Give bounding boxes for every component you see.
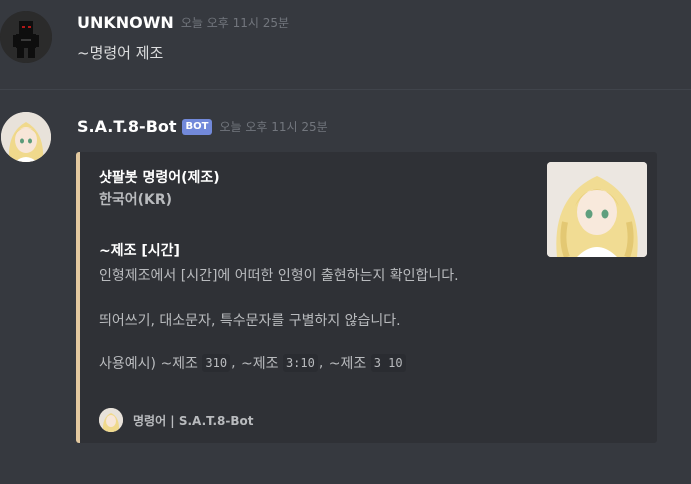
embed-footer: 명령어 | S.A.T.8-Bot — [99, 408, 254, 432]
message-unknown: UNKNOWN 오늘 오후 11시 25분 ~명령어 제조 — [0, 0, 691, 90]
embed-command-heading: ~제조 [시간] — [99, 243, 180, 259]
footer-text: 명령어 | S.A.T.8-Bot — [133, 413, 254, 428]
example-label: ~제조 — [240, 356, 279, 372]
chat-messages: UNKNOWN 오늘 오후 11시 25분 ~명령어 제조 S.A.T.8-Bo… — [0, 0, 691, 484]
embed: 샷팔봇 명령어(제조) 한국어(KR) ~제조 [시간] 인형제조에서 [시간]… — [76, 152, 657, 443]
message-header: S.A.T.8-Bot BOT 오늘 오후 11시 25분 — [77, 117, 328, 136]
message-divider — [0, 89, 691, 90]
embed-title: 샷팔봇 명령어(제조) — [99, 170, 220, 186]
example-label: ~제조 — [328, 356, 367, 372]
embed-description: 인형제조에서 [시간]에 어떠한 인형이 출현하는지 확인합니다. — [99, 268, 459, 284]
example-prefix: 사용예시) — [99, 356, 156, 372]
example-label: ~제조 — [160, 356, 198, 372]
avatar[interactable] — [1, 112, 51, 162]
username[interactable]: UNKNOWN — [77, 13, 174, 32]
username[interactable]: S.A.T.8-Bot — [77, 117, 177, 136]
example-separator: , — [231, 355, 236, 371]
avatar[interactable] — [0, 11, 52, 63]
embed-thumbnail[interactable] — [547, 162, 647, 257]
example-code: 3 10 — [370, 354, 406, 372]
bot-badge: BOT — [181, 118, 213, 135]
embed-note: 띄어쓰기, 대소문자, 특수문자를 구별하지 않습니다. — [99, 313, 401, 329]
timestamp: 오늘 오후 11시 25분 — [180, 16, 290, 30]
example-code: 3:10 — [282, 354, 318, 372]
embed-example: 사용예시) ~제조 310 , ~제조 3:10 , ~제조 3 10 — [99, 353, 406, 373]
timestamp: 오늘 오후 11시 25분 — [219, 120, 328, 134]
example-code: 310 — [202, 354, 231, 372]
example-separator: , — [318, 355, 324, 371]
embed-subtitle: 한국어(KR) — [99, 192, 173, 208]
footer-avatar-icon — [99, 408, 123, 432]
message-content: ~명령어 제조 — [77, 44, 164, 62]
message-header: UNKNOWN 오늘 오후 11시 25분 — [77, 13, 289, 32]
